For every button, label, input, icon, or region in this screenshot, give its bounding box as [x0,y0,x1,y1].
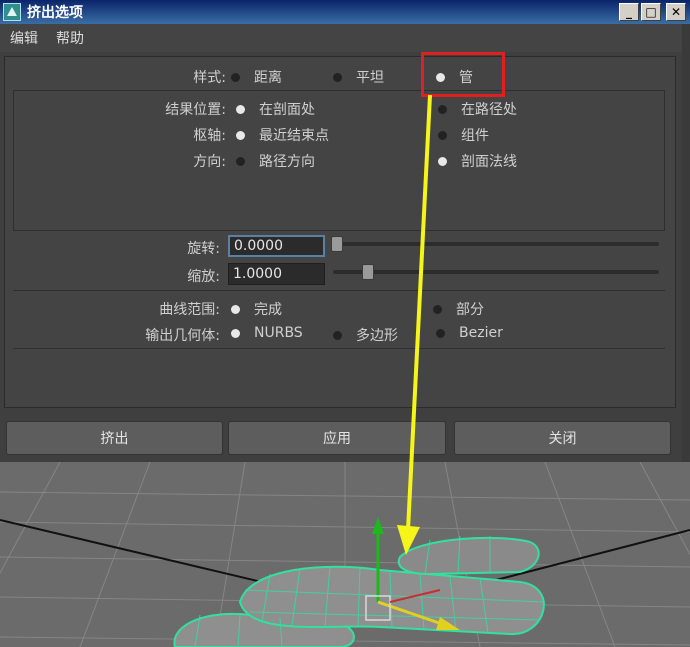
arrow-head-icon [397,525,420,555]
annotation-arrow [397,94,432,555]
arrow-shaft [406,94,432,531]
